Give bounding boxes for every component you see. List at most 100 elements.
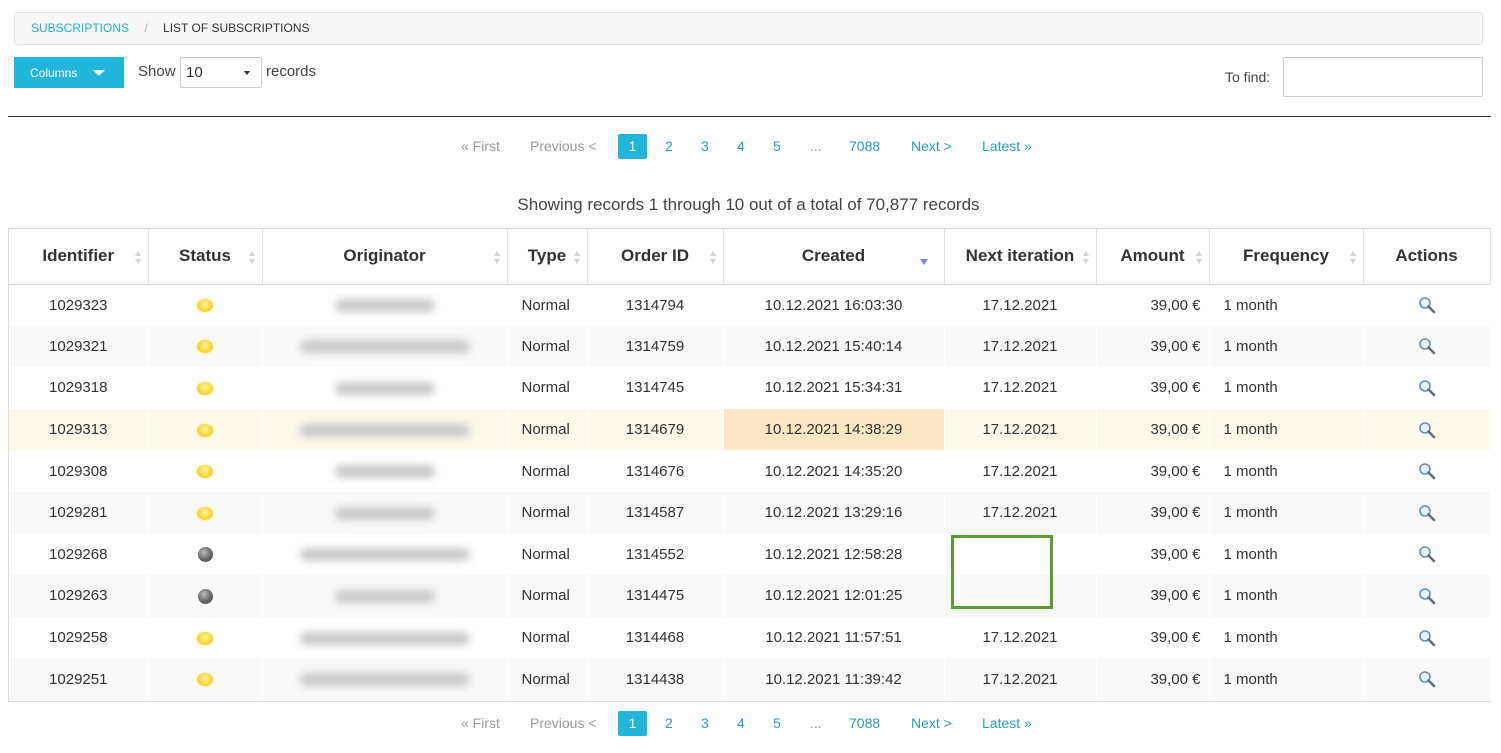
sun-icon: [197, 299, 213, 313]
cell-type: Normal: [507, 367, 588, 409]
column-header-next-iteration[interactable]: Next iteration: [944, 229, 1097, 285]
pagination-next[interactable]: Next >: [911, 134, 952, 159]
cell-frequency: 1 month: [1209, 533, 1364, 576]
sort-icon: [493, 251, 501, 265]
search-input[interactable]: [1283, 57, 1483, 97]
pagination-next[interactable]: Next >: [911, 711, 952, 736]
sort-icon: [709, 251, 717, 265]
cell-order-id: 1314745: [587, 367, 724, 409]
pagination-page[interactable]: 2: [665, 711, 673, 736]
column-header-frequency[interactable]: Frequency: [1209, 229, 1364, 285]
redacted-originator: [334, 299, 435, 313]
breadcrumb-link-subscriptions[interactable]: Subscriptions: [31, 21, 129, 35]
cell-originator: [262, 408, 508, 451]
pagination-page[interactable]: 7088: [849, 711, 880, 736]
magnifier-icon[interactable]: [1418, 379, 1436, 397]
table-row[interactable]: 1029308 Normal 1314676 10.12.2021 14:35:20 1…: [9, 450, 1491, 492]
cell-created: 10.12.2021 15:40:14: [723, 325, 945, 368]
cell-actions: [1363, 533, 1491, 576]
sun-icon: [197, 382, 213, 396]
cell-status: [148, 616, 263, 659]
pagination-page[interactable]: 5: [773, 711, 781, 736]
magnifier-icon[interactable]: [1418, 504, 1436, 522]
pagination-page[interactable]: 7088: [849, 134, 880, 159]
select-caret-icon: [244, 71, 250, 75]
table-row[interactable]: 1029251 Normal 1314438 10.12.2021 11:39:42 1…: [9, 658, 1491, 700]
cell-created: 10.12.2021 12:01:25: [723, 575, 945, 617]
cell-status: [148, 450, 263, 492]
pagination-ellipsis: ...: [810, 715, 822, 731]
pagination-page[interactable]: 3: [701, 134, 709, 159]
magnifier-icon[interactable]: [1418, 545, 1436, 563]
sort-icon: [134, 251, 142, 265]
pagination-latest[interactable]: Latest »: [982, 134, 1032, 159]
pagination-page[interactable]: 2: [665, 134, 673, 159]
pagination-first[interactable]: « First: [461, 711, 500, 736]
cell-type: Normal: [507, 284, 588, 326]
column-header-created[interactable]: Created: [723, 229, 945, 285]
table-row[interactable]: 1029313 Normal 1314679 10.12.2021 14:38:29 1…: [9, 408, 1491, 451]
magnifier-icon[interactable]: [1418, 421, 1436, 439]
pagination-page[interactable]: 3: [701, 711, 709, 736]
table-row[interactable]: 1029281 Normal 1314587 10.12.2021 13:29:16 1…: [9, 491, 1491, 534]
table-row[interactable]: 1029321 Normal 1314759 10.12.2021 15:40:14 1…: [9, 325, 1491, 368]
cell-type: Normal: [507, 575, 588, 617]
table-row[interactable]: 1029258 Normal 1314468 10.12.2021 11:57:51 1…: [9, 616, 1491, 659]
page-size-select[interactable]: 10: [180, 57, 262, 88]
pagination-previous[interactable]: Previous <: [530, 711, 597, 736]
cell-type: Normal: [507, 533, 588, 576]
cell-next-iteration: 17.12.2021: [944, 450, 1097, 492]
magnifier-icon[interactable]: [1418, 296, 1436, 314]
table-row[interactable]: 1029263 Normal 1314475 10.12.2021 12:01:25 3…: [9, 575, 1491, 617]
pagination-latest[interactable]: Latest »: [982, 711, 1032, 736]
records-summary: Showing records 1 through 10 out of a to…: [517, 195, 980, 214]
cell-frequency: 1 month: [1209, 616, 1364, 659]
magnifier-icon[interactable]: [1418, 670, 1436, 688]
cell-frequency: 1 month: [1209, 367, 1364, 409]
show-label: Show: [138, 63, 176, 80]
table-row[interactable]: 1029323 Normal 1314794 10.12.2021 16:03:30 1…: [9, 284, 1491, 326]
sort-icon: [1349, 251, 1357, 265]
pagination-first[interactable]: « First: [461, 134, 500, 159]
cell-created: 10.12.2021 14:35:20: [723, 450, 945, 492]
magnifier-icon[interactable]: [1418, 337, 1436, 355]
column-header-type[interactable]: Type: [507, 229, 588, 285]
pagination-page[interactable]: 4: [737, 134, 745, 159]
cell-amount: 39,00 €: [1096, 533, 1210, 576]
pagination-previous[interactable]: Previous <: [530, 134, 597, 159]
cell-order-id: 1314679: [587, 408, 724, 451]
table-row[interactable]: 1029318 Normal 1314745 10.12.2021 15:34:31 1…: [9, 367, 1491, 409]
cell-next-iteration: 17.12.2021: [944, 325, 1097, 368]
cell-identifier: 1029281: [9, 491, 149, 534]
column-header-originator[interactable]: Originator: [262, 229, 508, 285]
cell-type: Normal: [507, 491, 588, 534]
redacted-originator: [334, 506, 435, 520]
table-row[interactable]: 1029268 Normal 1314552 10.12.2021 12:58:28 3…: [9, 533, 1491, 576]
pagination-page[interactable]: 4: [737, 711, 745, 736]
caret-down-icon: [93, 69, 106, 76]
cell-next-iteration: 17.12.2021: [944, 408, 1097, 451]
cell-originator: [262, 575, 508, 617]
column-header-order-id[interactable]: Order ID: [587, 229, 724, 285]
pagination-page[interactable]: 1: [618, 134, 647, 159]
cell-originator: [262, 325, 508, 368]
cell-amount: 39,00 €: [1096, 616, 1210, 659]
column-header-amount[interactable]: Amount: [1096, 229, 1210, 285]
sort-desc-icon: [919, 259, 928, 265]
cell-order-id: 1314552: [587, 533, 724, 576]
cell-originator: [262, 491, 508, 534]
column-header-status[interactable]: Status: [148, 229, 263, 285]
magnifier-icon[interactable]: [1418, 462, 1436, 480]
cell-identifier: 1029318: [9, 367, 149, 409]
cell-identifier: 1029258: [9, 616, 149, 659]
cell-created: 10.12.2021 16:03:30: [723, 284, 945, 326]
magnifier-icon[interactable]: [1418, 629, 1436, 647]
sun-icon: [197, 631, 213, 645]
columns-button[interactable]: Columns: [14, 57, 124, 88]
pagination-page[interactable]: 1: [618, 711, 647, 736]
magnifier-icon[interactable]: [1418, 587, 1436, 605]
pagination-page[interactable]: 5: [773, 134, 781, 159]
cell-type: Normal: [507, 658, 588, 700]
column-header-identifier[interactable]: Identifier: [9, 229, 149, 285]
cell-type: Normal: [507, 616, 588, 659]
